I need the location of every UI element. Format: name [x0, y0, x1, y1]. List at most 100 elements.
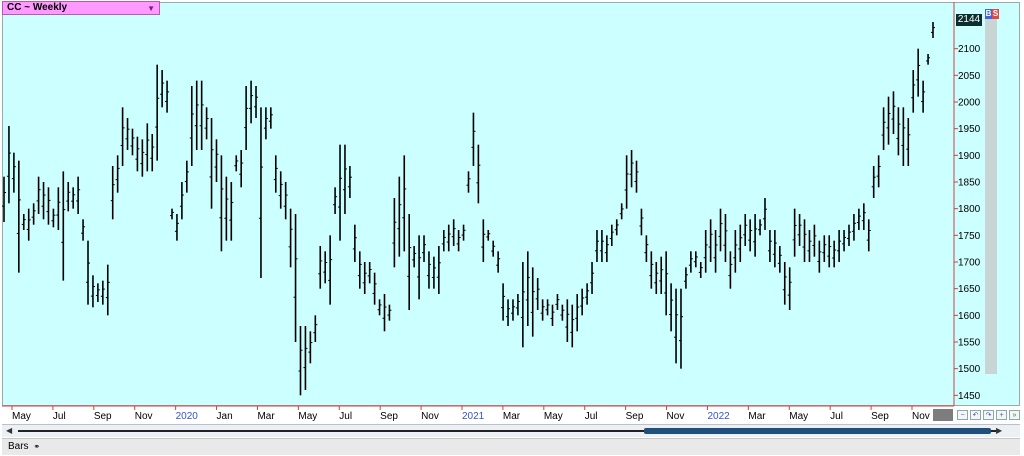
price-bar	[41, 182, 46, 220]
price-bar	[896, 107, 901, 156]
dropdown-arrow-icon[interactable]: ▼	[147, 3, 155, 15]
price-bar	[560, 304, 565, 321]
price-bar	[199, 80, 204, 150]
price-bar	[708, 219, 713, 262]
x-tick-label: Sep	[626, 411, 644, 422]
price-bar	[333, 187, 338, 214]
price-bar	[174, 214, 179, 241]
price-bar	[426, 251, 431, 289]
y-tick-label: 1750	[958, 231, 981, 242]
price-bar	[525, 251, 530, 326]
price-bar	[851, 214, 856, 241]
price-bar	[308, 331, 313, 364]
price-bar	[313, 315, 318, 342]
price-bar	[441, 230, 446, 252]
buy-button[interactable]: B	[985, 9, 992, 19]
price-bar	[367, 262, 372, 284]
price-bar	[234, 155, 239, 172]
price-bar	[431, 256, 436, 289]
price-bar	[328, 235, 333, 305]
x-tick-label: Mar	[503, 411, 521, 422]
y-tick-label: 1600	[958, 311, 981, 322]
bottom-tab-bar: Bars ⚭	[2, 438, 1020, 455]
price-bar	[407, 214, 412, 310]
price-bar	[683, 267, 688, 289]
left-arrow-icon[interactable]: ◀	[6, 425, 16, 437]
price-bar	[412, 246, 417, 268]
x-tick-label: Sep	[871, 411, 889, 422]
price-bar	[436, 246, 441, 294]
chart-canvas: 1450 1500 1550 1600 1650 1700 1750 1800 1850 1900…	[2, 2, 981, 422]
price-bar	[422, 235, 427, 262]
y-tick-label: 1450	[958, 391, 981, 402]
forward-icon[interactable]: »	[1009, 410, 1020, 420]
price-bar	[21, 214, 26, 230]
price-bar	[293, 214, 298, 342]
price-bar	[377, 299, 382, 316]
bars-tab[interactable]: Bars ⚭	[4, 441, 44, 453]
price-bar	[787, 267, 792, 310]
x-tick-label: Nov	[421, 411, 439, 422]
price-bar	[318, 246, 323, 289]
x-tick-label: May	[544, 411, 563, 422]
price-bar	[678, 288, 683, 369]
x-year-label: 2021	[462, 411, 485, 422]
price-bar	[150, 134, 155, 172]
price-bar	[283, 182, 288, 220]
price-bar	[209, 118, 214, 209]
price-bar	[254, 86, 259, 118]
x-tick-label: Jul	[585, 411, 598, 422]
price-bar	[659, 256, 664, 294]
price-bar	[392, 198, 397, 268]
zoom-out-icon[interactable]: −	[957, 410, 968, 420]
price-bar	[179, 182, 184, 220]
price-bar	[481, 219, 486, 262]
price-bar	[842, 230, 847, 252]
price-bar	[753, 214, 758, 257]
x-tick-label: Jan	[217, 411, 233, 422]
price-bar	[288, 208, 293, 268]
price-bar	[165, 80, 170, 113]
price-bar	[698, 262, 703, 278]
x-tick-label: May	[789, 411, 808, 422]
price-bar	[674, 288, 679, 364]
y-tick-label: 1650	[958, 284, 981, 295]
chart-title-box[interactable]: CC ~ Weekly ▼	[2, 1, 160, 15]
zoom-in-icon[interactable]: +	[996, 410, 1007, 420]
price-bar	[298, 326, 303, 396]
price-bar	[26, 208, 31, 241]
right-arrow-icon[interactable]: ▶	[996, 425, 1006, 437]
price-bar	[733, 230, 738, 273]
price-bar	[624, 155, 629, 209]
price-bar	[728, 251, 733, 289]
price-bar	[649, 251, 654, 289]
price-bar	[530, 267, 535, 337]
price-bar	[520, 262, 525, 348]
price-bar	[758, 219, 763, 236]
price-bar	[224, 176, 229, 241]
price-bar	[303, 326, 308, 390]
price-bar	[846, 224, 851, 246]
price-bar	[466, 171, 471, 193]
price-bar	[911, 70, 916, 113]
price-bar	[599, 230, 604, 262]
price-bar	[644, 235, 649, 262]
price-bar	[807, 230, 812, 262]
price-bar	[446, 224, 451, 252]
scroll-thumb[interactable]	[643, 428, 992, 434]
price-bar	[145, 123, 150, 172]
price-bar	[713, 230, 718, 273]
price-bar	[738, 224, 743, 262]
price-bar	[886, 96, 891, 145]
redo-icon[interactable]: ↷	[983, 410, 994, 420]
undo-icon[interactable]: ↶	[970, 410, 981, 420]
horizontal-scrollbar[interactable]: ◀ ▶	[2, 424, 1020, 437]
price-bar	[110, 166, 115, 220]
price-bar	[258, 107, 263, 278]
price-bar	[135, 136, 140, 172]
price-bar	[856, 208, 861, 230]
price-bar	[338, 144, 343, 241]
price-bar	[565, 299, 570, 342]
price-bar	[16, 160, 21, 273]
sell-button[interactable]: S	[992, 9, 999, 19]
